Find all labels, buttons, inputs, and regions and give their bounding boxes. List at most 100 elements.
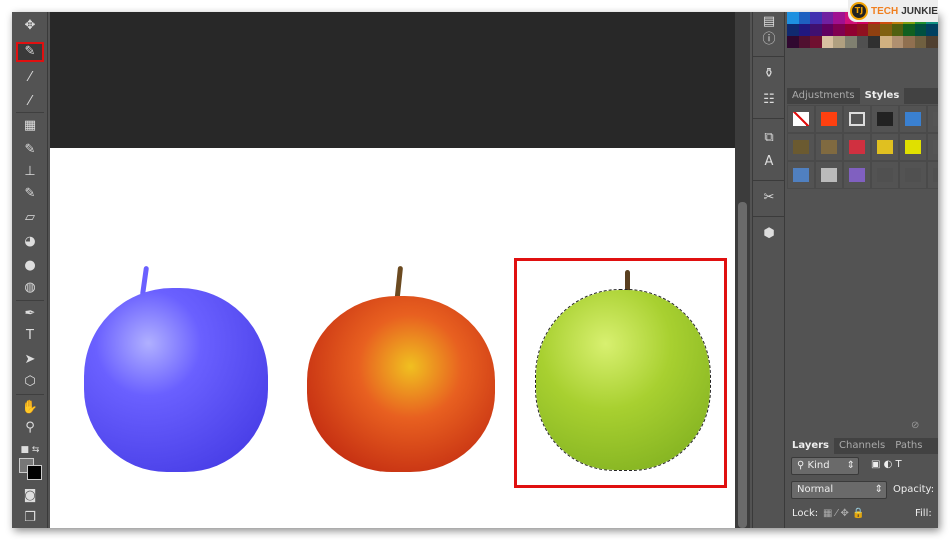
lock-icons[interactable]: ▦ ⁄ ✥ 🔒	[823, 508, 864, 519]
color-swatch[interactable]	[787, 24, 799, 36]
color-swatch[interactable]	[845, 24, 857, 36]
pen-tool[interactable]: ✒	[16, 304, 44, 324]
healing-tool[interactable]: ✎	[16, 140, 44, 160]
zoom-tool[interactable]: ⚲	[16, 418, 44, 438]
fill-label: Fill:	[915, 508, 932, 519]
color-swatch[interactable]	[856, 24, 869, 36]
style-preset[interactable]	[927, 133, 938, 161]
hand-tool[interactable]: ✋	[16, 398, 44, 418]
brush-settings-icon[interactable]: ☷	[758, 90, 780, 110]
style-preset[interactable]	[927, 161, 938, 189]
shape-tool[interactable]: ⬡	[16, 372, 44, 392]
divider	[753, 118, 785, 119]
background-color-swatch[interactable]	[27, 465, 42, 480]
color-swatch[interactable]	[821, 24, 834, 36]
color-swatch[interactable]	[914, 24, 927, 36]
quick-selection-tool[interactable]: ✎	[16, 42, 44, 62]
color-swatch[interactable]	[879, 24, 892, 36]
divider	[753, 56, 785, 57]
divider	[16, 300, 44, 301]
style-preset[interactable]	[871, 161, 899, 189]
style-preset[interactable]	[787, 105, 815, 133]
color-swatch[interactable]	[787, 36, 799, 48]
swap-colors-icon[interactable]: ■ ⇆	[16, 440, 44, 460]
character-icon[interactable]: A	[758, 152, 780, 172]
screen-mode-button[interactable]: ❐	[16, 508, 44, 528]
style-preset[interactable]	[843, 161, 871, 189]
color-swatch[interactable]	[833, 24, 846, 36]
paint-bucket-tool[interactable]: ◕	[16, 232, 44, 252]
eyedropper-tool[interactable]: ⁄	[16, 92, 44, 112]
history-icon[interactable]: ▤	[758, 12, 780, 32]
style-preset[interactable]	[899, 105, 927, 133]
color-swatch[interactable]	[845, 36, 857, 48]
style-preview	[905, 168, 921, 182]
vertical-scrollbar[interactable]	[735, 12, 750, 528]
brush-presets-icon[interactable]: ⚱	[758, 64, 780, 84]
color-swatch[interactable]	[787, 12, 799, 24]
scrollbar-thumb[interactable]	[738, 202, 747, 528]
blur-tool[interactable]: ●	[16, 256, 44, 276]
history-brush-tool[interactable]: ✎	[16, 184, 44, 204]
color-swatch[interactable]	[926, 24, 938, 36]
layer-filter-select[interactable]: ⚲ Kind ⇕	[791, 457, 859, 475]
color-swatch[interactable]	[903, 36, 915, 48]
path-selection-tool[interactable]: ➤	[16, 350, 44, 370]
stamp-tool[interactable]: ⊥	[16, 162, 44, 182]
sponge-tool[interactable]: ◍	[16, 278, 44, 298]
panel-icons-dock: ▤ ⓘ ⚱ ☷ ⧉ A ✂ ⬢	[752, 12, 785, 528]
blend-mode-select[interactable]: Normal ⇕	[791, 481, 887, 499]
tool-presets-icon[interactable]: ✂	[758, 188, 780, 208]
color-swatch[interactable]	[879, 36, 892, 48]
move-tool[interactable]: ✥	[16, 16, 44, 36]
brush-tool[interactable]: ⁄	[16, 68, 44, 88]
color-swatch[interactable]	[926, 36, 938, 48]
quick-mask-button[interactable]: ◙	[16, 486, 44, 506]
color-swatch[interactable]	[903, 24, 915, 36]
divider	[753, 216, 785, 217]
style-preset[interactable]	[871, 133, 899, 161]
color-swatch[interactable]	[914, 36, 927, 48]
style-preset[interactable]	[815, 133, 843, 161]
tab-channels[interactable]: Channels	[834, 438, 890, 454]
style-preset[interactable]	[843, 105, 871, 133]
3d-icon[interactable]: ⬢	[758, 224, 780, 244]
style-preset[interactable]	[787, 161, 815, 189]
clear-style-icon[interactable]: ⊘	[911, 420, 919, 431]
color-swatch[interactable]	[798, 12, 811, 24]
filter-icons[interactable]: ▣ ◐ T	[871, 459, 902, 470]
color-swatch[interactable]	[810, 24, 822, 36]
type-tool[interactable]: T	[16, 326, 44, 346]
style-preset[interactable]	[815, 105, 843, 133]
color-swatch[interactable]	[868, 24, 880, 36]
clone-source-icon[interactable]: ⧉	[758, 128, 780, 148]
tab-layers[interactable]: Layers	[787, 438, 834, 454]
color-swatch[interactable]	[798, 36, 811, 48]
style-preset[interactable]	[815, 161, 843, 189]
color-swatch[interactable]	[810, 36, 822, 48]
style-preset[interactable]	[787, 133, 815, 161]
color-swatch[interactable]	[798, 24, 811, 36]
style-preset[interactable]	[843, 133, 871, 161]
color-swatch[interactable]	[833, 36, 846, 48]
color-swatch[interactable]	[891, 36, 904, 48]
crop-tool[interactable]: ▦	[16, 116, 44, 136]
style-preset[interactable]	[871, 105, 899, 133]
tab-paths[interactable]: Paths	[890, 438, 927, 454]
eraser-tool[interactable]: ▱	[16, 208, 44, 228]
style-preset[interactable]	[899, 133, 927, 161]
info-icon[interactable]: ⓘ	[758, 30, 780, 50]
color-swatch[interactable]	[833, 12, 846, 24]
color-swatch[interactable]	[810, 12, 822, 24]
color-swatch[interactable]	[856, 36, 869, 48]
color-swatch[interactable]	[868, 36, 880, 48]
document-canvas[interactable]	[50, 148, 735, 528]
color-swatch[interactable]	[821, 12, 834, 24]
tab-styles[interactable]: Styles	[859, 88, 905, 104]
style-preview	[877, 140, 893, 154]
style-preset[interactable]	[899, 161, 927, 189]
tab-adjustments[interactable]: Adjustments	[787, 88, 860, 104]
color-swatch[interactable]	[891, 24, 904, 36]
color-swatch[interactable]	[821, 36, 834, 48]
style-preset[interactable]	[927, 105, 938, 133]
